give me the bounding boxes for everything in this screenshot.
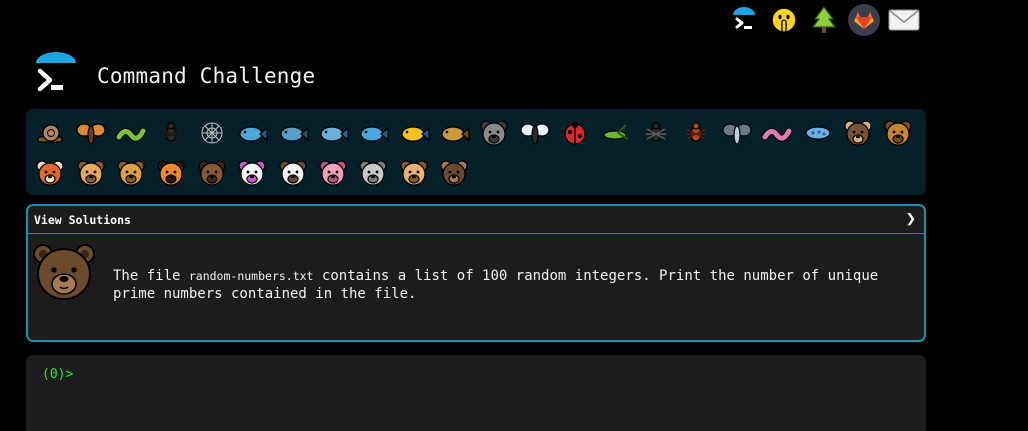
envelope-icon[interactable] <box>888 4 920 36</box>
unicorn-icon[interactable] <box>232 153 272 193</box>
site-header: Command Challenge <box>34 46 315 106</box>
dog-icon[interactable] <box>878 113 918 153</box>
scorpion-icon[interactable] <box>676 113 716 153</box>
horse-icon[interactable] <box>192 153 232 193</box>
terminal[interactable]: (0)> <box>26 355 926 431</box>
fish-icon[interactable] <box>353 113 393 153</box>
top-nav <box>728 0 920 40</box>
chevron-right-icon[interactable]: ❯ <box>906 211 916 228</box>
lion-icon[interactable] <box>111 153 151 193</box>
ant-icon[interactable] <box>151 113 191 153</box>
pig-icon[interactable] <box>313 153 353 193</box>
bear-icon[interactable] <box>434 153 474 193</box>
challenge-selector <box>26 109 926 195</box>
challenge-card: View Solutions ❯ The file random-numbers… <box>26 204 926 342</box>
monkey-icon[interactable] <box>838 113 878 153</box>
page-title: Command Challenge <box>97 64 316 88</box>
cat-icon[interactable] <box>70 153 110 193</box>
whale-icon[interactable] <box>232 113 272 153</box>
wolf-icon[interactable] <box>474 113 514 153</box>
challenge-body: The file random-numbers.txt contains a l… <box>28 234 924 340</box>
evergreen-tree-icon[interactable] <box>808 4 840 36</box>
microbe-icon[interactable] <box>797 113 837 153</box>
description-text: The file <box>113 268 189 284</box>
challenge-description: The file random-numbers.txt contains a l… <box>113 267 913 303</box>
animal-row <box>30 153 474 193</box>
tiger-icon[interactable] <box>151 153 191 193</box>
hamster-icon[interactable] <box>394 153 434 193</box>
spider-icon[interactable] <box>636 113 676 153</box>
spider-web-icon[interactable] <box>192 113 232 153</box>
fox-icon[interactable] <box>30 153 70 193</box>
butterfly-icon[interactable] <box>70 113 110 153</box>
fly-icon[interactable] <box>717 113 757 153</box>
terminal-prompt: (0)> <box>42 367 74 382</box>
shushing-face-icon[interactable] <box>768 4 800 36</box>
tropical-fish-icon[interactable] <box>394 113 434 153</box>
cow-icon[interactable] <box>272 153 312 193</box>
mouse-icon[interactable] <box>353 153 393 193</box>
bear-icon <box>32 242 96 306</box>
worm-icon[interactable] <box>757 113 797 153</box>
cricket-icon[interactable] <box>595 113 635 153</box>
ladybug-icon[interactable] <box>555 113 595 153</box>
view-solutions-toggle[interactable]: View Solutions ❯ <box>28 206 924 234</box>
terminal-logo-icon[interactable] <box>34 51 78 101</box>
caterpillar-icon[interactable] <box>111 113 151 153</box>
pufferfish-icon[interactable] <box>434 113 474 153</box>
snail-icon[interactable] <box>30 113 70 153</box>
view-solutions-label: View Solutions <box>34 212 131 227</box>
bee-icon[interactable] <box>515 113 555 153</box>
filename: random-numbers.txt <box>188 269 314 283</box>
gitlab-icon[interactable] <box>848 4 880 36</box>
terminal-logo-icon[interactable] <box>728 4 760 36</box>
shark-icon[interactable] <box>272 113 312 153</box>
animal-row <box>30 113 919 153</box>
dolphin-icon[interactable] <box>313 113 353 153</box>
